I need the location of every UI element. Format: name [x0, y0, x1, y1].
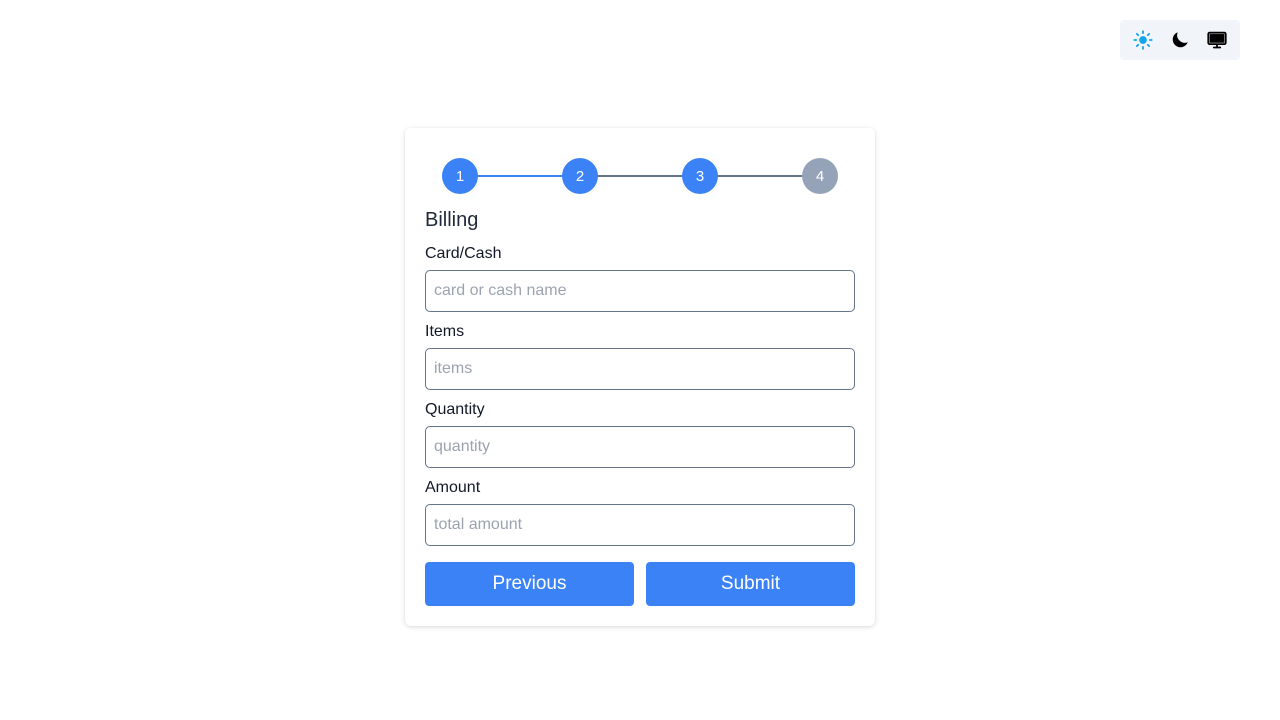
step-1: 1	[442, 158, 478, 194]
sun-icon	[1133, 30, 1153, 50]
card-cash-input[interactable]	[425, 270, 855, 312]
theme-switcher	[1120, 20, 1240, 60]
previous-button[interactable]: Previous	[425, 562, 634, 606]
items-input[interactable]	[425, 348, 855, 390]
form-title: Billing	[425, 209, 479, 231]
monitor-icon	[1207, 31, 1227, 49]
step-4: 4	[802, 158, 838, 194]
moon-icon	[1172, 32, 1188, 48]
amount-label: Amount	[425, 479, 481, 496]
submit-button[interactable]: Submit	[646, 562, 855, 606]
step-3: 3	[682, 158, 718, 194]
light-theme-button[interactable]	[1128, 25, 1158, 55]
items-label: Items	[425, 323, 465, 340]
quantity-label: Quantity	[425, 401, 485, 418]
billing-form-card: 1 2 3 4 Billing Card/Cash Items Quantity…	[405, 128, 875, 626]
card-cash-label: Card/Cash	[425, 245, 502, 262]
system-theme-button[interactable]	[1202, 25, 1232, 55]
step-2: 2	[562, 158, 598, 194]
dark-theme-button[interactable]	[1165, 25, 1195, 55]
quantity-input[interactable]	[425, 426, 855, 468]
amount-input[interactable]	[425, 504, 855, 546]
